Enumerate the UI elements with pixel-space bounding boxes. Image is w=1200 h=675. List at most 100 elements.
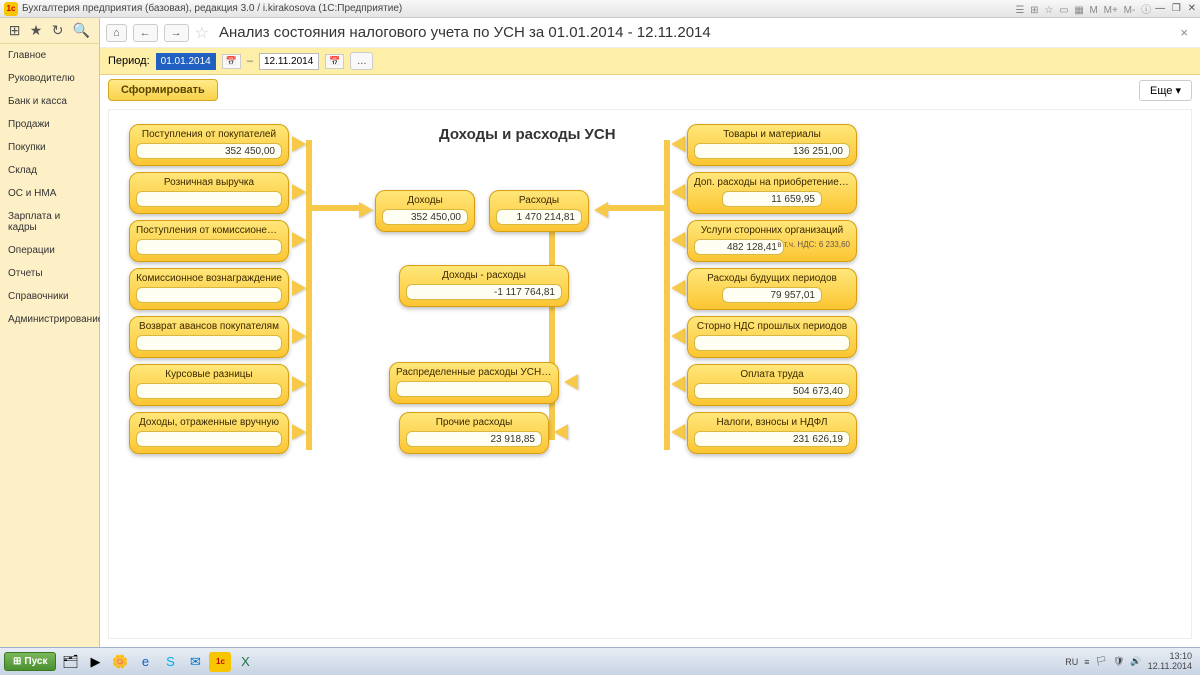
- titlebar-quick-icons: ☰ ⊞ ☆ ▭ ▦ M M+ M- ⓘ: [1012, 1, 1151, 16]
- titlebar-icon[interactable]: ⊞: [1030, 5, 1038, 16]
- block-label: Возврат авансов покупателям: [136, 321, 282, 332]
- block-note: в т.ч. НДС: 6 233,60: [777, 241, 850, 250]
- diagram-block[interactable]: Оплата труда 504 673,40: [687, 364, 857, 406]
- close-tab-button[interactable]: ×: [1174, 25, 1194, 40]
- diagram-block[interactable]: Товары и материалы 136 251,00: [687, 124, 857, 166]
- diagram-block-income[interactable]: Доходы 352 450,00: [375, 190, 475, 232]
- calendar-icon[interactable]: 📅: [222, 54, 241, 69]
- taskbar-clock[interactable]: 13:10 12.11.2014: [1148, 652, 1192, 672]
- arrow-right-icon: [292, 184, 306, 200]
- diagram-block[interactable]: Доходы, отраженные вручную: [129, 412, 289, 454]
- sidebar-item[interactable]: Продажи: [0, 113, 99, 136]
- forward-button[interactable]: →: [164, 24, 189, 42]
- period-picker-button[interactable]: ...: [350, 52, 373, 70]
- block-label: Расходы: [496, 195, 582, 206]
- arrow-left-icon: [671, 184, 685, 200]
- block-value: 352 450,00: [382, 209, 468, 225]
- start-label: Пуск: [24, 656, 47, 667]
- sidebar-item[interactable]: ОС и НМА: [0, 182, 99, 205]
- diagram-block[interactable]: Курсовые разницы: [129, 364, 289, 406]
- taskbar-app-icon[interactable]: e: [134, 652, 156, 672]
- diagram-block-expense[interactable]: Расходы 1 470 214,81: [489, 190, 589, 232]
- diagram-block[interactable]: Услуги сторонних организаций 482 128,41 …: [687, 220, 857, 262]
- diagram-block[interactable]: Розничная выручка: [129, 172, 289, 214]
- sidebar-item[interactable]: Операции: [0, 239, 99, 262]
- favorite-icon[interactable]: ☆: [195, 23, 209, 43]
- arrow-right-icon: [292, 424, 306, 440]
- titlebar-icon[interactable]: M: [1090, 5, 1098, 16]
- block-label: Налоги, взносы и НДФЛ: [694, 417, 850, 428]
- taskbar-app-icon[interactable]: ▶: [84, 652, 106, 672]
- search-icon[interactable]: 🔍: [73, 22, 90, 39]
- diagram-block-other[interactable]: Прочие расходы 23 918,85: [399, 412, 549, 454]
- diagram-block-distributed[interactable]: Распределенные расходы УСН / ЕНВД: [389, 362, 559, 404]
- sidebar-item[interactable]: Справочники: [0, 285, 99, 308]
- tray-icon[interactable]: ≡: [1084, 657, 1089, 667]
- titlebar-icon[interactable]: ⓘ: [1141, 5, 1151, 16]
- maximize-button[interactable]: ❐: [1172, 3, 1181, 14]
- arrow-left-icon: [564, 374, 578, 390]
- sidebar-item[interactable]: Руководителю: [0, 67, 99, 90]
- diagram-canvas: Доходы и расходы УСН Поступления от поку…: [108, 109, 1192, 639]
- sidebar-item[interactable]: Главное: [0, 44, 99, 67]
- titlebar-icon[interactable]: ▦: [1074, 5, 1083, 16]
- arrow-right-icon: [292, 376, 306, 392]
- block-label: Услуги сторонних организаций: [694, 225, 850, 236]
- block-value: [396, 381, 552, 397]
- diagram-block[interactable]: Комиссионное вознаграждение: [129, 268, 289, 310]
- sidebar-item[interactable]: Склад: [0, 159, 99, 182]
- language-indicator[interactable]: RU: [1065, 657, 1078, 667]
- back-button[interactable]: ←: [133, 24, 158, 42]
- more-button[interactable]: Еще ▾: [1139, 80, 1192, 101]
- connector-line: [664, 140, 670, 450]
- block-label: Доходы - расходы: [406, 270, 562, 281]
- sidebar-item[interactable]: Покупки: [0, 136, 99, 159]
- system-tray: RU ≡ 🏳 🛡 🔊 13:10 12.11.2014: [1065, 652, 1196, 672]
- taskbar-app-icon[interactable]: ✉: [184, 652, 206, 672]
- block-value: [136, 191, 282, 207]
- tray-volume-icon[interactable]: 🔊: [1130, 656, 1141, 667]
- titlebar-icon[interactable]: M-: [1124, 5, 1136, 16]
- block-label: Курсовые разницы: [136, 369, 282, 380]
- block-label: Розничная выручка: [136, 177, 282, 188]
- start-button[interactable]: ⊞ Пуск: [4, 652, 56, 671]
- calendar-icon[interactable]: 📅: [325, 54, 344, 69]
- titlebar-icon[interactable]: ☰: [1015, 5, 1024, 16]
- titlebar-icon[interactable]: ▭: [1059, 5, 1068, 16]
- diagram-title: Доходы и расходы УСН: [439, 126, 616, 143]
- diagram-block[interactable]: Поступления от комиссионеров: [129, 220, 289, 262]
- taskbar-app-icon[interactable]: 🌼: [109, 652, 131, 672]
- taskbar-app-icon[interactable]: 🗂: [59, 652, 81, 672]
- taskbar-app-icon[interactable]: S: [159, 652, 181, 672]
- titlebar-icon[interactable]: M+: [1104, 5, 1118, 16]
- diagram-block[interactable]: Доп. расходы на приобретение ТМЦ 11 659,…: [687, 172, 857, 214]
- arrow-left-icon: [671, 136, 685, 152]
- taskbar-app-icon[interactable]: X: [234, 652, 256, 672]
- tray-icon[interactable]: 🛡: [1113, 656, 1124, 667]
- minimize-button[interactable]: —: [1155, 3, 1165, 14]
- titlebar-icon[interactable]: ☆: [1044, 5, 1053, 16]
- grid-icon[interactable]: ⊞: [9, 22, 21, 39]
- home-button[interactable]: ⌂: [106, 24, 127, 42]
- taskbar-app-icon[interactable]: 1c: [209, 652, 231, 672]
- diagram-block[interactable]: Возврат авансов покупателям: [129, 316, 289, 358]
- block-value: 482 128,41: [694, 239, 784, 255]
- sidebar-item[interactable]: Отчеты: [0, 262, 99, 285]
- arrow-left-icon: [671, 376, 685, 392]
- history-icon[interactable]: ↻: [52, 22, 64, 39]
- diagram-block[interactable]: Сторно НДС прошлых периодов: [687, 316, 857, 358]
- diagram-block[interactable]: Налоги, взносы и НДФЛ 231 626,19: [687, 412, 857, 454]
- sidebar-item[interactable]: Банк и касса: [0, 90, 99, 113]
- diagram-block-diff[interactable]: Доходы - расходы -1 117 764,81: [399, 265, 569, 307]
- app-logo-icon: 1c: [4, 2, 18, 16]
- star-icon[interactable]: ★: [30, 22, 43, 39]
- close-button[interactable]: ✕: [1188, 3, 1196, 14]
- sidebar-item[interactable]: Администрирование: [0, 308, 99, 331]
- tray-flag-icon[interactable]: 🏳: [1096, 656, 1107, 667]
- date-to-input[interactable]: 12.11.2014: [259, 53, 319, 70]
- date-from-input[interactable]: 01.01.2014: [156, 53, 216, 70]
- generate-button[interactable]: Сформировать: [108, 79, 218, 101]
- diagram-block[interactable]: Расходы будущих периодов 79 957,01: [687, 268, 857, 310]
- diagram-block[interactable]: Поступления от покупателей 352 450,00: [129, 124, 289, 166]
- sidebar-item[interactable]: Зарплата и кадры: [0, 205, 99, 239]
